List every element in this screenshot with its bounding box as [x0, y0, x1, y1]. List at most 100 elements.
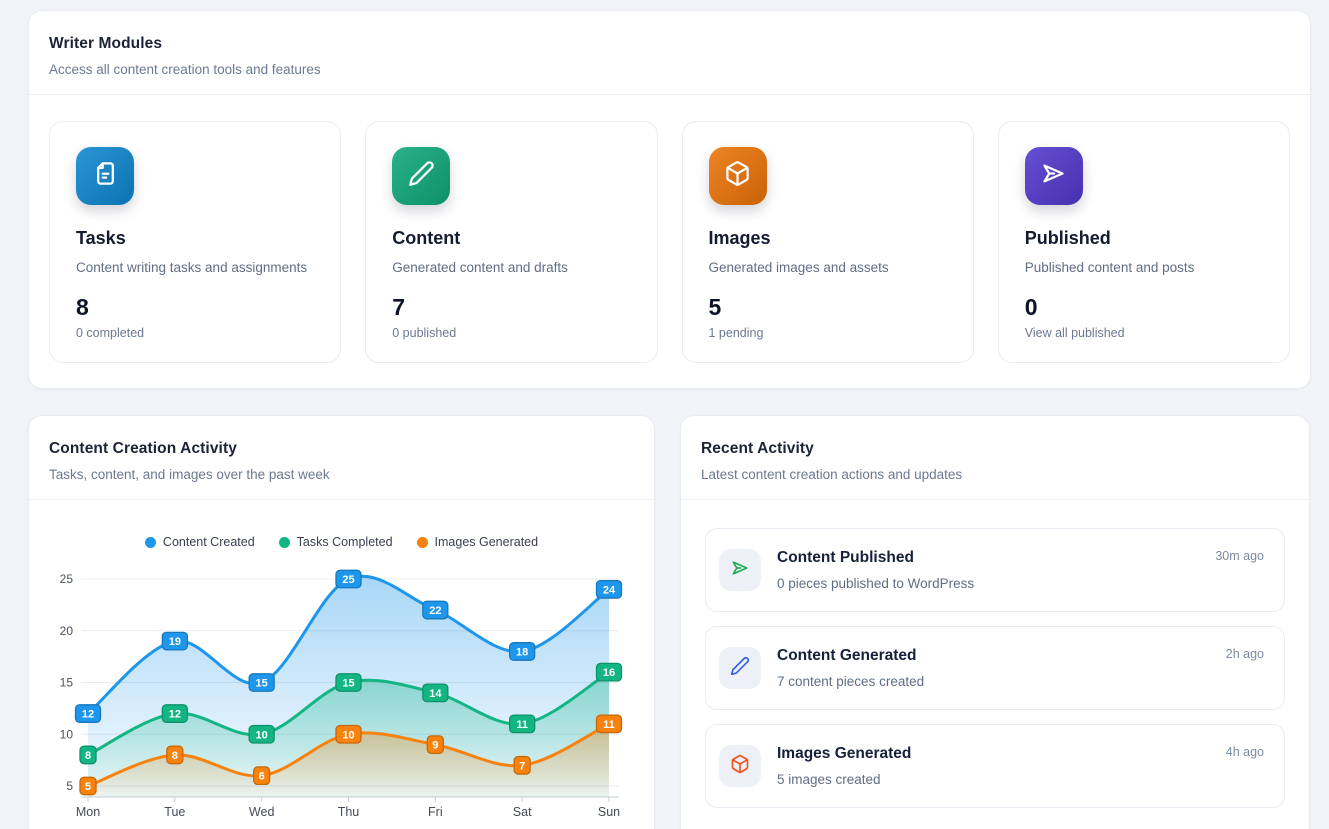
activity-item-description: 7 content pieces created: [777, 673, 1210, 690]
module-sub-stat: 0 completed: [76, 326, 314, 340]
svg-text:25: 25: [342, 574, 354, 586]
module-card-tasks[interactable]: Tasks Content writing tasks and assignme…: [49, 121, 341, 363]
module-card-images[interactable]: Images Generated images and assets 5 1 p…: [682, 121, 974, 363]
writer-modules-header: Writer Modules Access all content creati…: [29, 11, 1310, 95]
svg-text:15: 15: [60, 676, 74, 690]
svg-text:10: 10: [256, 729, 268, 741]
chart-panel-title: Content Creation Activity: [49, 440, 634, 458]
module-count: 5: [709, 294, 947, 321]
cube-icon: [730, 754, 750, 779]
svg-text:15: 15: [342, 678, 354, 690]
send-icon-tile: [719, 549, 761, 591]
svg-text:25: 25: [60, 572, 74, 586]
activity-list-item[interactable]: Images Generated 5 images created 4h ago: [705, 724, 1285, 808]
file-icon: [92, 160, 119, 192]
file-icon-tile: [76, 147, 134, 205]
svg-text:Tue: Tue: [164, 805, 185, 819]
cube-icon-tile: [709, 147, 767, 205]
chart-area: Content Created Tasks Completed Images Gen…: [29, 500, 654, 829]
svg-text:9: 9: [432, 740, 438, 752]
svg-text:8: 8: [172, 750, 178, 762]
legend-item-tasks-completed[interactable]: Tasks Completed: [279, 535, 393, 549]
activity-item-timestamp: 4h ago: [1226, 745, 1264, 759]
svg-text:6: 6: [259, 771, 265, 783]
chart-panel-header: Content Creation Activity Tasks, content…: [29, 416, 654, 500]
svg-text:20: 20: [60, 624, 74, 638]
pencil-icon: [730, 656, 750, 681]
module-description: Content writing tasks and assignments: [76, 260, 314, 275]
pencil-icon-tile: [719, 647, 761, 689]
activity-item-description: 5 images created: [777, 771, 1210, 788]
svg-text:8: 8: [85, 750, 91, 762]
activity-list-item[interactable]: Content Generated 7 content pieces creat…: [705, 626, 1285, 710]
module-title: Images: [709, 228, 947, 249]
send-icon: [1040, 160, 1067, 192]
module-title: Published: [1025, 228, 1263, 249]
svg-text:16: 16: [603, 667, 615, 679]
legend-item-images-generated[interactable]: Images Generated: [417, 535, 539, 549]
recent-activity-title: Recent Activity: [701, 440, 1289, 458]
module-title: Tasks: [76, 228, 314, 249]
pencil-icon: [408, 160, 435, 192]
modules-grid: Tasks Content writing tasks and assignme…: [29, 95, 1310, 389]
legend-dot-icon: [417, 537, 428, 548]
svg-text:Sun: Sun: [598, 805, 620, 819]
chart-legend: Content Created Tasks Completed Images Gen…: [29, 533, 654, 551]
svg-text:Wed: Wed: [249, 805, 275, 819]
legend-label: Content Created: [163, 535, 255, 549]
legend-label: Tasks Completed: [297, 535, 393, 549]
module-title: Content: [392, 228, 630, 249]
module-count: 8: [76, 294, 314, 321]
recent-activity-subtitle: Latest content creation actions and upda…: [701, 467, 1289, 482]
cube-icon: [724, 160, 751, 192]
module-count: 7: [392, 294, 630, 321]
svg-text:11: 11: [516, 719, 528, 731]
svg-text:19: 19: [169, 636, 181, 648]
writer-modules-panel: Writer Modules Access all content creati…: [28, 10, 1311, 389]
module-sub-stat: 1 pending: [709, 326, 947, 340]
svg-text:Thu: Thu: [338, 805, 360, 819]
legend-item-content-created[interactable]: Content Created: [145, 535, 255, 549]
legend-dot-icon: [145, 537, 156, 548]
send-icon-tile: [1025, 147, 1083, 205]
recent-activity-panel: Recent Activity Latest content creation …: [680, 415, 1310, 829]
activity-list-item[interactable]: Content Published 0 pieces published to …: [705, 528, 1285, 612]
svg-text:Mon: Mon: [76, 805, 100, 819]
svg-text:22: 22: [429, 605, 441, 617]
svg-text:5: 5: [66, 779, 73, 793]
legend-dot-icon: [279, 537, 290, 548]
activity-item-description: 0 pieces published to WordPress: [777, 575, 1199, 592]
svg-text:10: 10: [60, 727, 74, 741]
activity-item-timestamp: 30m ago: [1215, 549, 1264, 563]
cube-icon-tile: [719, 745, 761, 787]
module-card-published[interactable]: Published Published content and posts 0 …: [998, 121, 1290, 363]
svg-text:14: 14: [429, 688, 442, 700]
module-description: Published content and posts: [1025, 260, 1263, 275]
svg-text:5: 5: [85, 781, 91, 793]
module-sub-stat: View all published: [1025, 326, 1263, 340]
module-card-content[interactable]: Content Generated content and drafts 7 0…: [365, 121, 657, 363]
module-sub-stat: 0 published: [392, 326, 630, 340]
svg-text:Sat: Sat: [513, 805, 532, 819]
send-icon: [730, 558, 750, 583]
module-description: Generated content and drafts: [392, 260, 630, 275]
writer-modules-subtitle: Access all content creation tools and fe…: [49, 62, 1290, 77]
svg-text:12: 12: [82, 709, 94, 721]
activity-item-title: Content Published: [777, 549, 1199, 567]
activity-item-timestamp: 2h ago: [1226, 647, 1264, 661]
recent-activity-header: Recent Activity Latest content creation …: [681, 416, 1309, 500]
activity-list: Content Published 0 pieces published to …: [681, 500, 1309, 829]
pencil-icon-tile: [392, 147, 450, 205]
activity-item-title: Images Generated: [777, 745, 1210, 763]
svg-text:12: 12: [169, 709, 181, 721]
svg-text:15: 15: [256, 678, 268, 690]
module-count: 0: [1025, 294, 1263, 321]
writer-modules-title: Writer Modules: [49, 35, 1290, 53]
legend-label: Images Generated: [435, 535, 539, 549]
svg-text:10: 10: [342, 729, 354, 741]
svg-text:Fri: Fri: [428, 805, 443, 819]
svg-text:11: 11: [603, 719, 615, 731]
content-creation-activity-panel: Content Creation Activity Tasks, content…: [28, 415, 655, 829]
svg-text:18: 18: [516, 646, 528, 658]
activity-line-chart[interactable]: 5 10 15 20 25 Mon Tue Wed Thu Fri Sat Sun 12 19 15 25 22…: [29, 557, 655, 829]
